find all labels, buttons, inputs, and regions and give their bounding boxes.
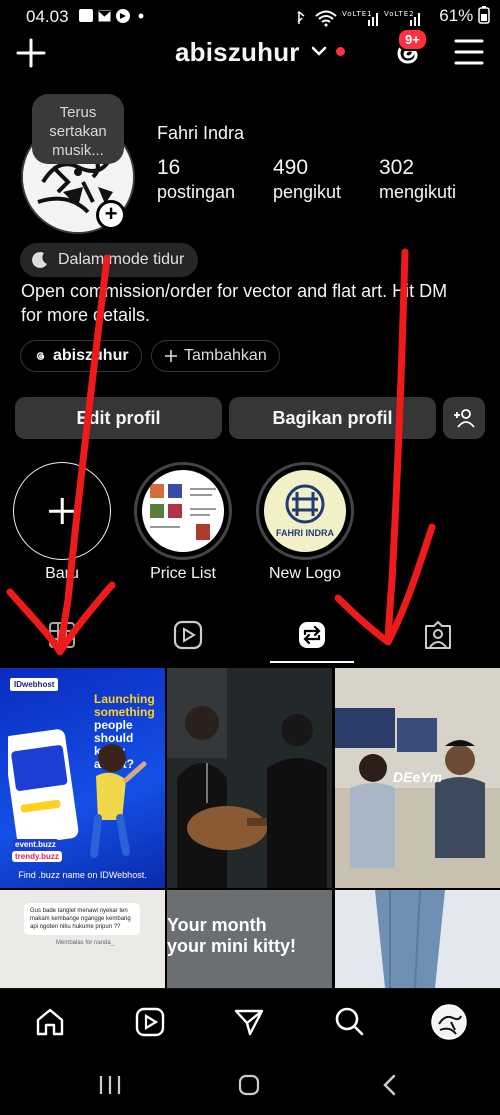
sleep-mode-status[interactable]: Dalam mode tidur	[20, 243, 199, 277]
grid-icon	[49, 622, 75, 648]
highlight-new[interactable]: Baru	[13, 462, 111, 583]
menu-button[interactable]	[454, 38, 484, 66]
new-highlight-circle	[13, 462, 111, 560]
sleep-mode-label: Dalam mode tidur	[58, 251, 185, 268]
home-button-icon[interactable]	[237, 1073, 261, 1097]
followers-label[interactable]: pengikut	[273, 182, 341, 203]
tab-posts-grid[interactable]	[44, 617, 80, 653]
reels-icon	[173, 620, 203, 650]
posts-label[interactable]: postingan	[157, 182, 235, 203]
highlight-label: Price List	[150, 565, 216, 582]
threads-link-chip[interactable]: abiszuhur	[20, 340, 142, 372]
create-button[interactable]	[14, 36, 48, 70]
tab-reels[interactable]	[170, 617, 206, 653]
add-link-chip[interactable]: Tambahkan	[151, 340, 280, 372]
following-count[interactable]: 302	[379, 156, 414, 180]
svg-text:VoLTE1: VoLTE1	[342, 10, 373, 18]
profile-note[interactable]: Terus sertakan musik...	[32, 94, 124, 164]
unread-dot	[336, 47, 345, 56]
notification-icons	[78, 8, 148, 27]
svg-text:FAHRI INDRA: FAHRI INDRA	[276, 528, 334, 538]
plus-icon	[16, 38, 46, 68]
nav-search[interactable]	[331, 1004, 367, 1040]
grid-post-kitty[interactable]: Your month your mini kitty!	[167, 890, 332, 988]
chevron-down-icon[interactable]	[311, 43, 327, 59]
tab-tagged[interactable]	[420, 617, 456, 653]
following-label[interactable]: mengikuti	[379, 182, 456, 203]
post-overlay-text: DEeYm	[393, 769, 443, 785]
promo-brand-tag: IDwebhost	[10, 678, 59, 691]
discover-people-button[interactable]	[443, 397, 485, 439]
grid-post-denim[interactable]	[335, 890, 500, 988]
notification-badge: 9+	[397, 28, 428, 51]
status-bar: 04.03 VoLTE1 VoLTE2 61%	[0, 0, 500, 34]
nav-profile[interactable]	[431, 1004, 467, 1040]
tab-reposts[interactable]	[294, 617, 330, 653]
kitty-line-1: Your month	[167, 915, 267, 935]
active-tab-indicator	[270, 661, 354, 663]
promo-brand-1: event.buzz	[12, 839, 59, 850]
edit-profile-button[interactable]: Edit profil	[15, 397, 222, 439]
grid-post-deeym[interactable]: DEeYm	[335, 668, 500, 888]
back-icon[interactable]	[380, 1073, 400, 1097]
nav-home[interactable]	[32, 1004, 68, 1040]
plus-icon	[165, 350, 177, 362]
svg-text:VoLTE2: VoLTE2	[384, 10, 415, 18]
reels-icon	[135, 1007, 165, 1037]
promo-footer: Find .buzz name on IDWebhost.	[18, 870, 147, 880]
grid-post-acoustic[interactable]	[167, 668, 332, 888]
question-reply: Membalas for nanda_	[56, 940, 115, 946]
full-name: Fahri Indra	[157, 123, 245, 143]
price-list-thumbnail	[142, 470, 224, 552]
tagged-icon	[425, 621, 451, 649]
send-icon	[234, 1009, 264, 1036]
new-logo-thumbnail: FAHRI INDRA	[264, 470, 346, 552]
nav-reels[interactable]	[132, 1004, 168, 1040]
add-story-button[interactable]: +	[96, 200, 126, 230]
system-navigation	[0, 1060, 500, 1115]
status-time: 04.03	[26, 7, 69, 26]
grid-post-promo[interactable]: IDwebhost Launching something people sho…	[0, 668, 165, 888]
highlight-label: New Logo	[268, 565, 342, 582]
home-icon	[36, 1008, 64, 1036]
share-profile-button[interactable]: Bagikan profil	[229, 397, 436, 439]
grid-post-question[interactable]: Gus bade tanglet menawi nyekar ten makam…	[0, 890, 165, 988]
highlight-label: Baru	[45, 565, 79, 582]
highlight-new-logo[interactable]: FAHRI INDRA New Logo	[256, 462, 354, 583]
search-icon	[335, 1007, 364, 1036]
promo-brand-2: trendy.buzz	[12, 851, 62, 862]
hamburger-icon	[454, 39, 484, 65]
bio-text: Open commission/order for vector and fla…	[21, 281, 448, 325]
plus-icon: +	[99, 203, 123, 227]
acoustic-photo	[167, 668, 332, 888]
moon-icon	[32, 251, 47, 268]
highlight-price-list[interactable]: Price List	[134, 462, 232, 583]
account-switcher[interactable]: abiszuhur	[175, 37, 300, 68]
recent-apps-icon[interactable]	[98, 1074, 122, 1096]
kitty-line-2: your mini kitty!	[167, 936, 297, 956]
denim-photo	[335, 890, 500, 988]
threads-handle: abiszuhur	[53, 347, 129, 364]
threads-icon	[36, 352, 45, 360]
question-card: Gus bade tanglet menawi nyekar ten makam…	[24, 903, 140, 935]
nav-messages[interactable]	[231, 1004, 267, 1040]
battery-level: 61%	[439, 6, 490, 26]
posts-count[interactable]: 16	[157, 156, 180, 180]
add-link-label: Tambahkan	[184, 347, 267, 364]
followers-count[interactable]: 490	[273, 156, 308, 180]
profile-avatar-small	[431, 1004, 467, 1040]
add-user-icon	[454, 409, 475, 428]
promo-headline-1: Launching something	[94, 692, 155, 719]
repost-icon	[299, 622, 325, 648]
